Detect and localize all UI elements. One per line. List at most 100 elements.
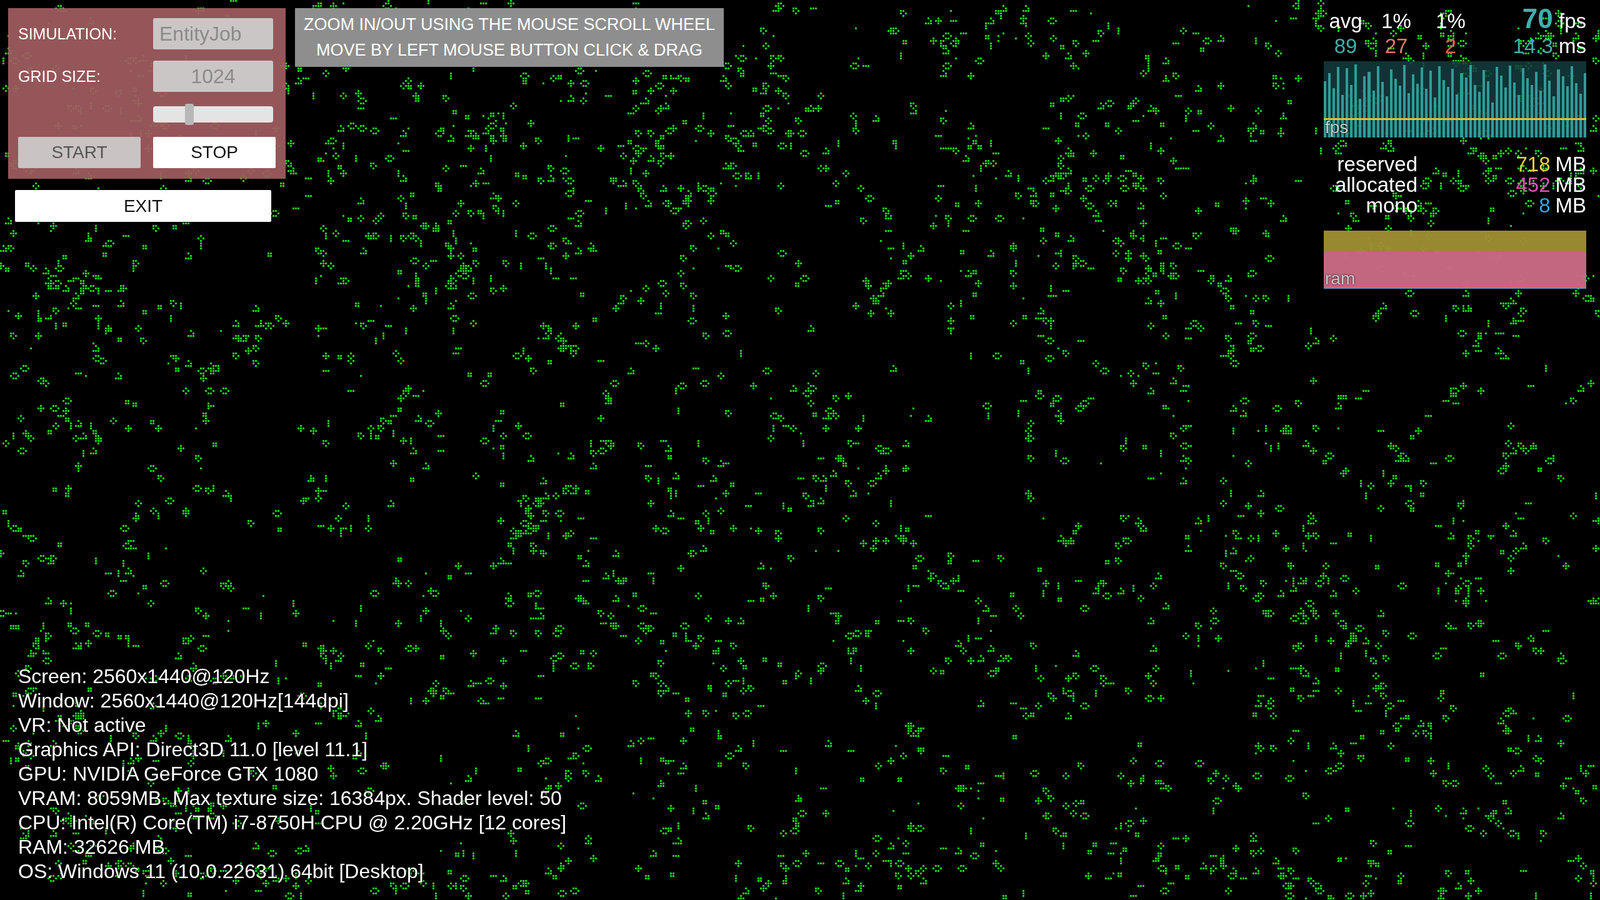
- fps-bar: [1486, 81, 1490, 138]
- fps-bar: [1579, 93, 1582, 138]
- stat-header: avg: [1323, 8, 1368, 34]
- fps-bar: [1570, 66, 1574, 138]
- fps-bar: [1425, 88, 1428, 138]
- memory-unit: MB: [1555, 153, 1587, 175]
- instruction-line: MOVE BY LEFT MOUSE BUTTON CLICK & DRAG: [303, 37, 715, 64]
- field-row: GRID SIZE:1024: [18, 60, 274, 92]
- reference-line: [1323, 118, 1587, 120]
- fps-bar: [1473, 85, 1477, 138]
- fps-bar: [1363, 76, 1366, 138]
- field-row: SIMULATION:EntityJob: [18, 18, 274, 50]
- simulation-screen: SIMULATION:EntityJobGRID SIZE:1024STARTS…: [0, 0, 1600, 900]
- fps-bar: [1376, 66, 1380, 138]
- slider-thumb[interactable]: [185, 103, 194, 125]
- fps-bar: [1561, 76, 1565, 138]
- dropdown-field[interactable]: EntityJob: [153, 18, 274, 50]
- control-button[interactable]: START: [18, 136, 141, 169]
- fps-bar: [1521, 68, 1525, 138]
- system-info-line: OS: Windows 11 (10.0.22631) 64bit [Deskt…: [18, 859, 567, 884]
- left-controls: SIMULATION:EntityJobGRID SIZE:1024STARTS…: [8, 8, 286, 222]
- fps-bar: [1367, 71, 1370, 138]
- system-info-line: RAM: 32626 MB: [18, 835, 567, 860]
- memory-value: 718: [1422, 153, 1551, 175]
- control-button[interactable]: STOP: [153, 136, 276, 169]
- fps-bar: [1411, 74, 1415, 138]
- button-row: START STOP: [18, 136, 274, 169]
- grid-size-slider[interactable]: [153, 106, 274, 123]
- instruction-line: ZOOM IN/OUT USING THE MOUSE SCROLL WHEEL: [303, 11, 715, 38]
- fps-graph: fps: [1323, 61, 1587, 138]
- fps-bar: [1438, 66, 1441, 138]
- fps-bar: [1526, 78, 1529, 138]
- memory-value: 452: [1422, 174, 1551, 195]
- stat-reading: 89: [1323, 33, 1368, 59]
- fps-bar: [1469, 65, 1472, 138]
- fps-bar: [1442, 80, 1445, 138]
- fps-bar: [1530, 85, 1534, 138]
- field-label: SIMULATION:: [18, 25, 154, 44]
- fps-bar: [1394, 78, 1397, 138]
- fps-bar: [1465, 77, 1468, 138]
- exit-button[interactable]: EXIT: [15, 190, 272, 222]
- system-info-line: Window: 2560x1440@120Hz[144dpi]: [18, 688, 567, 714]
- system-info-line: Screen: 2560x1440@120Hz: [18, 664, 567, 689]
- fps-bar: [1517, 95, 1520, 138]
- memory-value: 8: [1422, 195, 1551, 216]
- memory-label: allocated: [1323, 174, 1418, 195]
- fps-bar: [1385, 96, 1389, 138]
- fps-bar: [1407, 93, 1410, 138]
- memory-readout: reserved718MBallocated452MBmono8MB: [1323, 153, 1587, 216]
- system-info-line: VR: Not active: [18, 713, 567, 738]
- fps-bar: [1446, 86, 1450, 138]
- fps-bar: [1390, 69, 1393, 138]
- memory-label: mono: [1323, 195, 1418, 216]
- graph-label: fps: [1325, 117, 1349, 138]
- stats-panel: avg1%1%70 fps8927214.3 msfpsreserved718M…: [1323, 6, 1587, 289]
- stat-header: 1%: [1367, 8, 1425, 34]
- instructions-box: ZOOM IN/OUT USING THE MOUSE SCROLL WHEEL…: [295, 8, 724, 67]
- ms-value: 14.3 ms: [1476, 33, 1587, 59]
- fps-bar: [1451, 68, 1454, 138]
- fps-bar: [1552, 96, 1555, 138]
- system-info-line: VRAM: 8059MB. Max texture size: 16384px.…: [18, 786, 567, 811]
- fps-bar: [1539, 90, 1542, 138]
- fps-bar: [1556, 69, 1560, 138]
- fps-bar: [1416, 83, 1419, 138]
- ram-graph: ram: [1323, 230, 1587, 289]
- fps-bar: [1543, 64, 1547, 138]
- fps-bar: [1482, 70, 1485, 138]
- fps-bar: [1508, 65, 1512, 138]
- fps-bar: [1403, 65, 1406, 138]
- fps-value: 70 fps: [1476, 6, 1587, 34]
- fps-bar: [1354, 64, 1357, 138]
- input-field[interactable]: 1024: [153, 60, 274, 92]
- memory-unit: MB: [1555, 174, 1587, 195]
- fps-bar: [1513, 82, 1516, 138]
- memory-unit: MB: [1555, 195, 1587, 216]
- fps-bar: [1455, 94, 1459, 138]
- stat-reading: 27: [1367, 33, 1425, 59]
- slider-row: [18, 103, 274, 126]
- fps-bar: [1420, 67, 1424, 138]
- fps-bar: [1504, 87, 1507, 138]
- fps-bar: [1372, 90, 1375, 138]
- fps-bar: [1566, 86, 1569, 138]
- fps-bar: [1500, 75, 1503, 138]
- fps-readout: avg1%1%70 fps8927214.3 ms: [1323, 6, 1587, 59]
- fps-bar: [1398, 85, 1402, 138]
- fps-bar: [1583, 73, 1587, 138]
- stat-header: 1%: [1425, 8, 1477, 34]
- control-panel: SIMULATION:EntityJobGRID SIZE:1024STARTS…: [8, 8, 286, 179]
- graph-label: ram: [1325, 268, 1355, 289]
- fps-bar: [1575, 83, 1578, 138]
- ram-band: [1323, 251, 1587, 289]
- system-info-line: CPU: Intel(R) Core(TM) i7-8750H CPU @ 2.…: [18, 810, 567, 835]
- system-info: Screen: 2560x1440@120HzWindow: 2560x1440…: [18, 664, 567, 884]
- system-info-line: Graphics API: Direct3D 11.0 [level 11.1]: [18, 737, 567, 762]
- fps-bar: [1478, 91, 1481, 138]
- fps-bar: [1548, 80, 1551, 138]
- stat-reading: 2: [1425, 33, 1477, 59]
- ram-band: [1323, 287, 1587, 289]
- fps-bar: [1495, 66, 1499, 138]
- fps-bar: [1381, 81, 1384, 138]
